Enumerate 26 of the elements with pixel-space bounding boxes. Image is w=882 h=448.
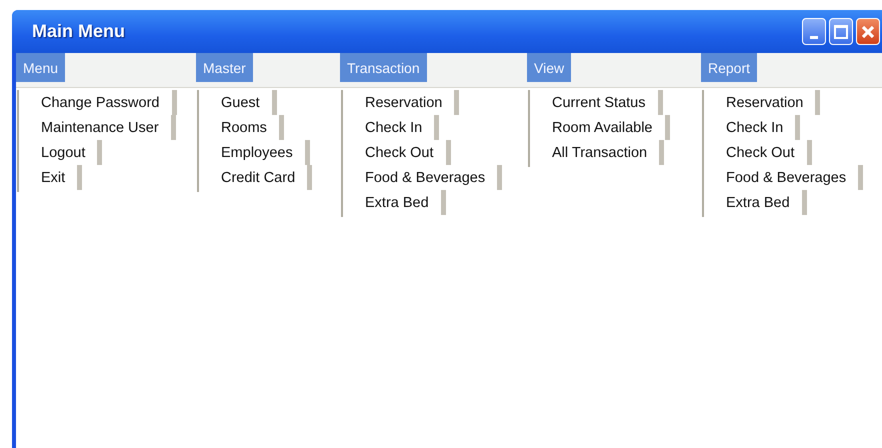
menu-item[interactable]: Change Password [19,90,176,115]
menu-item[interactable]: Food & Beverages [704,165,864,190]
close-icon [860,24,876,40]
menu-item[interactable]: Employees [199,140,310,165]
menu-item[interactable]: Credit Card [199,165,312,190]
menu-item[interactable]: Extra Bed [704,190,807,215]
menu-item[interactable]: Rooms [199,115,284,140]
menu-item[interactable]: All Transaction [530,140,664,165]
menu-item[interactable]: Room Available [530,115,670,140]
menu-item[interactable]: Check Out [343,140,450,165]
window-title: Main Menu [32,21,125,42]
minimize-button[interactable] [802,18,826,45]
menu-item[interactable]: Exit [19,165,82,190]
menu-item[interactable]: Guest [199,90,277,115]
menu-item[interactable]: Check In [343,115,440,140]
menu-item[interactable]: Extra Bed [343,190,446,215]
maximize-button[interactable] [829,18,853,45]
menu-item[interactable]: Check Out [704,140,812,165]
menu-item[interactable]: Reservation [704,90,820,115]
menu-item[interactable]: Current Status [530,90,662,115]
menu-item[interactable]: Maintenance User [19,115,176,140]
menu-item[interactable]: Logout [19,140,102,165]
menu-item[interactable]: Check In [704,115,800,140]
close-button[interactable] [856,18,880,45]
menu-item[interactable]: Food & Beverages [343,165,502,190]
menu-item[interactable]: Reservation [343,90,460,115]
